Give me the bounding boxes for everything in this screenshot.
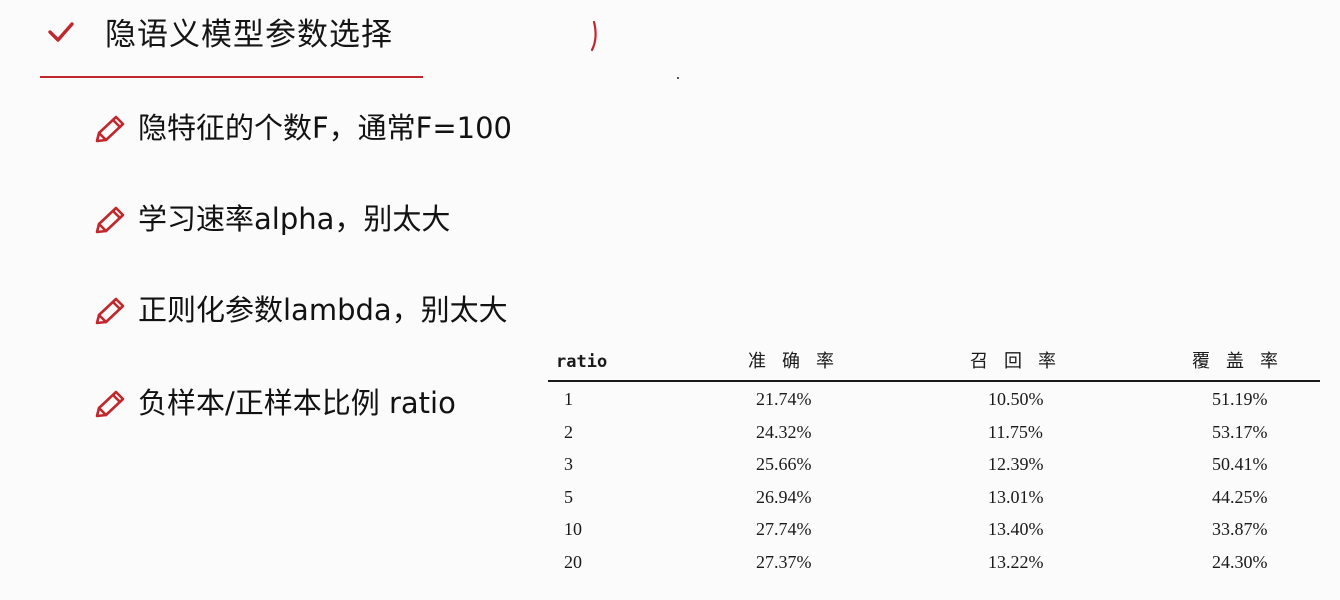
column-header-ratio: ratio: [556, 352, 608, 372]
pencil-icon: [95, 390, 125, 418]
check-icon: [48, 22, 74, 42]
cell-ratio: 5: [564, 486, 573, 507]
cell-precision: 27.74%: [756, 519, 812, 540]
cell-precision: 27.37%: [756, 551, 812, 572]
column-header-precision: 准确率: [748, 351, 850, 372]
ratio-results-table: ratio 准确率 召回率 覆盖率 1 21.74% 10.50% 51.19%…: [548, 344, 1320, 578]
cell-recall: 12.39%: [988, 454, 1044, 475]
title-underline: [40, 76, 423, 78]
table-row: 20 27.37% 13.22% 24.30%: [548, 545, 1320, 578]
pencil-icon: [95, 297, 125, 325]
pencil-icon: [95, 206, 125, 234]
cell-recall: 10.50%: [988, 389, 1044, 409]
red-stroke-mark: [590, 20, 597, 52]
cell-coverage: 24.30%: [1212, 551, 1268, 572]
cell-coverage: 44.25%: [1212, 486, 1268, 507]
table-header: ratio 准确率 召回率 覆盖率: [548, 344, 1320, 382]
table-row: 5 26.94% 13.01% 44.25%: [548, 480, 1320, 513]
column-header-recall: 召回率: [970, 351, 1072, 372]
column-header-coverage: 覆盖率: [1192, 351, 1294, 372]
cell-coverage: 51.19%: [1212, 389, 1268, 409]
bullet-text: 负样本/正样本比例 ratio: [138, 386, 456, 420]
cell-ratio: 10: [564, 519, 582, 540]
bullet-text: 学习速率alpha，别太大: [138, 202, 451, 236]
dot-mark: [677, 77, 679, 79]
cell-ratio: 20: [564, 551, 582, 572]
slide-header: 隐语义模型参数选择: [0, 0, 1340, 80]
cell-recall: 11.75%: [988, 421, 1043, 442]
table-row: 2 24.32% 11.75% 53.17%: [548, 415, 1320, 448]
pencil-icon: [95, 115, 125, 143]
table-row: 10 27.74% 13.40% 33.87%: [548, 512, 1320, 545]
slide-title: 隐语义模型参数选择: [105, 17, 393, 53]
bullet-text: 隐特征的个数F，通常F=100: [138, 111, 513, 145]
bullet-text: 正则化参数lambda，别太大: [138, 293, 508, 327]
cell-precision: 25.66%: [756, 454, 812, 475]
cell-coverage: 33.87%: [1212, 519, 1268, 540]
cell-recall: 13.01%: [988, 486, 1044, 507]
table-row: 3 25.66% 12.39% 50.41%: [548, 447, 1320, 480]
cell-recall: 13.22%: [988, 551, 1044, 572]
cell-coverage: 50.41%: [1212, 454, 1268, 475]
cell-ratio: 3: [564, 454, 573, 475]
cell-ratio: 2: [564, 421, 573, 442]
cell-precision: 26.94%: [756, 486, 812, 507]
cell-recall: 13.40%: [988, 519, 1044, 540]
cell-ratio: 1: [564, 389, 573, 409]
cell-coverage: 53.17%: [1212, 421, 1268, 442]
cell-precision: 24.32%: [756, 421, 812, 442]
table-row: 1 21.74% 10.50% 51.19%: [548, 382, 1320, 415]
cell-precision: 21.74%: [756, 389, 812, 409]
